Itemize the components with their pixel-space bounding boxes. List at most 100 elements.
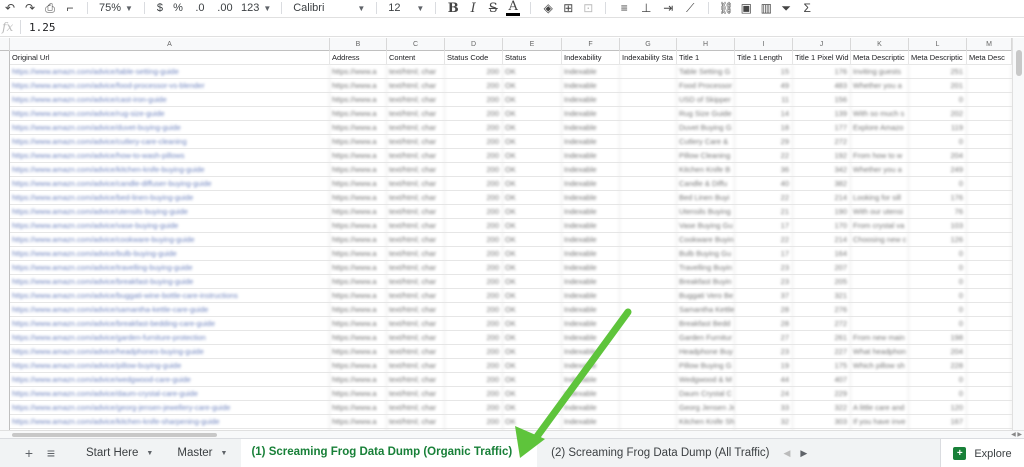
cell[interactable]: Indexable — [562, 65, 620, 79]
cell[interactable]: 200 — [445, 177, 503, 191]
row-number[interactable] — [0, 289, 10, 303]
cell[interactable]: 170 — [793, 219, 851, 233]
cell[interactable]: 0 — [909, 261, 967, 275]
cell[interactable]: What headphon — [851, 345, 909, 359]
cell[interactable]: https://www.amazn.com/advice/candle-diff… — [10, 177, 330, 191]
undo-icon[interactable]: ↶ — [0, 0, 20, 16]
cell[interactable]: 21 — [735, 205, 793, 219]
row-number[interactable] — [0, 135, 10, 149]
row-number[interactable] — [0, 359, 10, 373]
cell[interactable] — [620, 205, 677, 219]
cell[interactable]: text/html; char — [387, 191, 445, 205]
cell[interactable]: 382 — [793, 177, 851, 191]
header-cell[interactable]: Status — [503, 51, 562, 65]
cell[interactable]: 483 — [793, 79, 851, 93]
cell[interactable]: Indexable — [562, 401, 620, 415]
cell[interactable] — [851, 303, 909, 317]
cell[interactable]: OK — [503, 247, 562, 261]
cell[interactable]: 32 — [735, 415, 793, 429]
cell[interactable]: 200 — [445, 387, 503, 401]
cell[interactable]: 205 — [793, 275, 851, 289]
cell[interactable]: OK — [503, 121, 562, 135]
cell[interactable]: https://www.amazn.com/advice/wedgwood-ca… — [10, 373, 330, 387]
cell[interactable]: Kitchen Knife B — [677, 163, 735, 177]
cell[interactable]: 200 — [445, 191, 503, 205]
cell[interactable]: https://www.a — [330, 387, 387, 401]
cell[interactable]: Indexable — [562, 205, 620, 219]
cell[interactable]: Buggati Vero Be — [677, 289, 735, 303]
cell[interactable]: Breakfast Bedd — [677, 317, 735, 331]
cell[interactable] — [620, 387, 677, 401]
print-icon[interactable]: ⎙ — [40, 0, 60, 16]
cell[interactable]: https://www.amazn.com/advice/breakfast-b… — [10, 275, 330, 289]
cell[interactable] — [967, 107, 1012, 121]
cell[interactable]: Pillow Buying G — [677, 359, 735, 373]
cell[interactable]: https://www.a — [330, 303, 387, 317]
cell[interactable]: Food Processor — [677, 79, 735, 93]
cell[interactable] — [967, 289, 1012, 303]
cell[interactable]: 200 — [445, 331, 503, 345]
column-header-m[interactable]: M — [967, 38, 1012, 51]
scroll-right-icon[interactable]: ▶ — [800, 448, 807, 459]
cell[interactable] — [620, 247, 677, 261]
cell[interactable]: text/html; char — [387, 373, 445, 387]
column-header-a[interactable]: A — [10, 38, 330, 51]
cell[interactable] — [851, 289, 909, 303]
row-number[interactable] — [0, 65, 10, 79]
cell[interactable] — [967, 359, 1012, 373]
header-cell[interactable]: Original Url — [10, 51, 330, 65]
cell[interactable]: OK — [503, 345, 562, 359]
row-number[interactable] — [0, 121, 10, 135]
cell[interactable]: https://www.a — [330, 275, 387, 289]
cell[interactable]: https://www.amazn.com/advice/vase-buying… — [10, 219, 330, 233]
cell[interactable]: 18 — [735, 121, 793, 135]
cell[interactable]: 23 — [735, 275, 793, 289]
row-number[interactable] — [0, 191, 10, 205]
row-number[interactable] — [0, 233, 10, 247]
cell[interactable] — [620, 93, 677, 107]
cell[interactable]: 200 — [445, 79, 503, 93]
cell[interactable]: OK — [503, 233, 562, 247]
cell[interactable]: https://www.amazn.com/advice/georg-jense… — [10, 401, 330, 415]
column-header-g[interactable]: G — [620, 38, 677, 51]
cell[interactable] — [967, 135, 1012, 149]
cell[interactable]: OK — [503, 387, 562, 401]
cell[interactable] — [620, 289, 677, 303]
column-header-b[interactable]: B — [330, 38, 387, 51]
cell[interactable]: 200 — [445, 303, 503, 317]
cell[interactable] — [620, 65, 677, 79]
header-cell[interactable]: Address — [330, 51, 387, 65]
cell[interactable]: Daum Crystal C — [677, 387, 735, 401]
cell[interactable]: https://www.amazn.com/advice/daum-crysta… — [10, 387, 330, 401]
cell[interactable]: 200 — [445, 359, 503, 373]
cell[interactable] — [620, 331, 677, 345]
cell[interactable] — [967, 205, 1012, 219]
cell[interactable]: OK — [503, 205, 562, 219]
cell[interactable]: https://www.amazn.com/advice/cutlery-car… — [10, 135, 330, 149]
cell[interactable] — [967, 177, 1012, 191]
cell[interactable]: https://www.a — [330, 247, 387, 261]
cell[interactable]: Whether you a — [851, 79, 909, 93]
cell[interactable]: Indexable — [562, 121, 620, 135]
cell[interactable]: 200 — [445, 401, 503, 415]
cell[interactable]: Breakfast Buyin — [677, 275, 735, 289]
cell[interactable]: 200 — [445, 205, 503, 219]
filter-icon[interactable]: ⏷ — [776, 0, 796, 16]
cell[interactable]: OK — [503, 135, 562, 149]
cell[interactable]: 200 — [445, 373, 503, 387]
cell[interactable]: 200 — [445, 107, 503, 121]
cell[interactable]: https://www.amazn.com/advice/food-proces… — [10, 79, 330, 93]
row-number[interactable] — [0, 401, 10, 415]
vertical-align-icon[interactable]: ⊥ — [635, 0, 657, 16]
cell[interactable]: 156 — [793, 93, 851, 107]
cell[interactable]: 0 — [909, 289, 967, 303]
cell[interactable]: text/html; char — [387, 121, 445, 135]
cell[interactable]: 120 — [909, 401, 967, 415]
cell[interactable]: Georg Jensen Je — [677, 401, 735, 415]
cell[interactable] — [620, 401, 677, 415]
strikethrough-button[interactable]: S — [483, 0, 503, 16]
column-header-l[interactable]: L — [909, 38, 967, 51]
cell[interactable]: 272 — [793, 317, 851, 331]
cell[interactable]: https://www.amazn.com/advice/headphones-… — [10, 345, 330, 359]
cell[interactable] — [967, 219, 1012, 233]
